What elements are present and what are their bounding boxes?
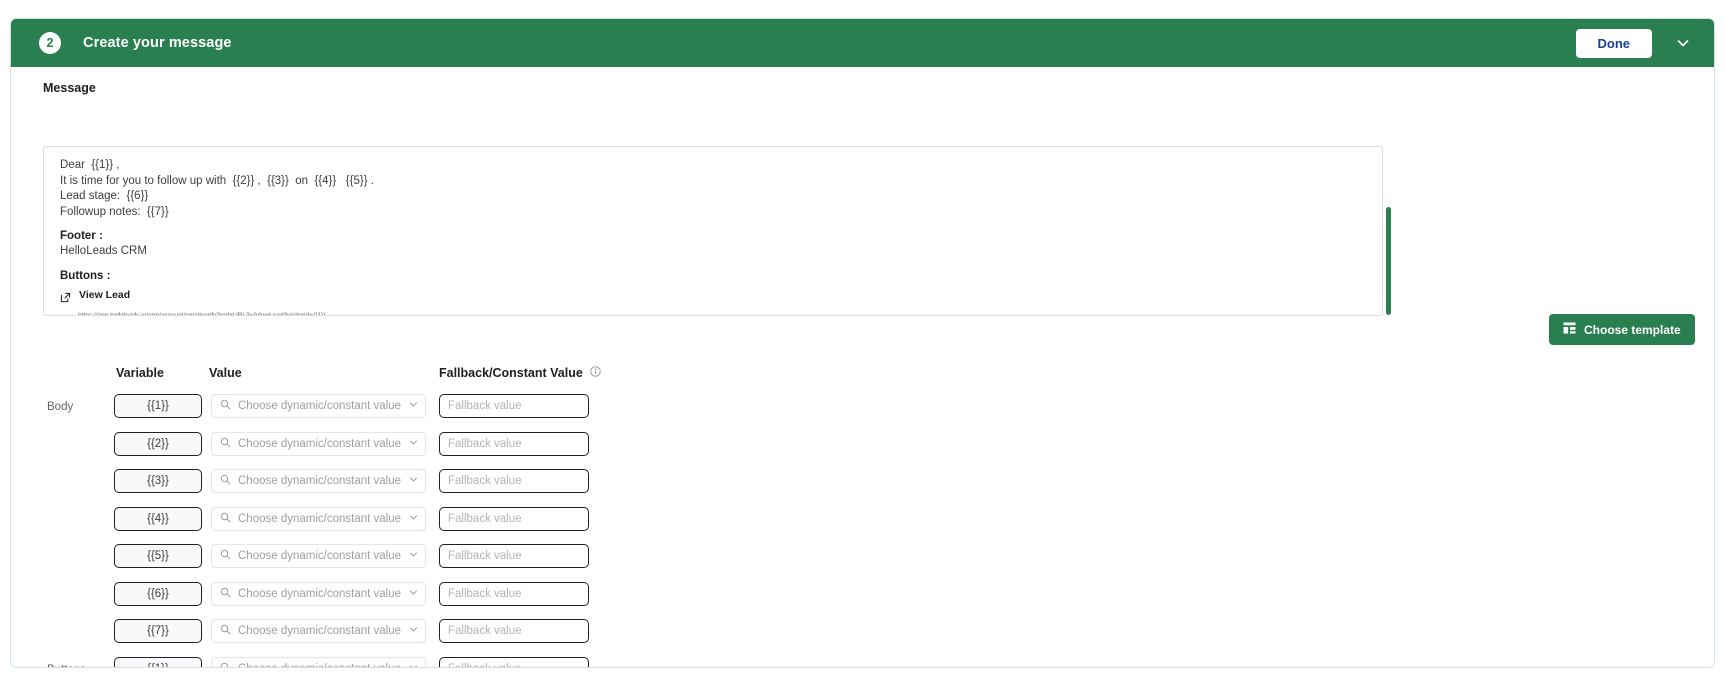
message-scrollbar-thumb[interactable] [1386, 207, 1391, 315]
message-button-label: View Lead [79, 288, 131, 301]
header-actions: Done [1575, 28, 1697, 58]
value-dropdown-placeholder: Choose dynamic/constant value [238, 512, 402, 525]
table-row: Buttons {{1}} Choose dynamic/constant valu… [11, 652, 1714, 668]
variable-chip[interactable]: {{7}} [114, 619, 202, 643]
variables-table-header: Variable Value Fallback/Constant Value [11, 366, 1714, 384]
choose-template-button[interactable]: Choose template [1549, 314, 1695, 345]
create-message-card: 2 Create your message Done Message Dear … [10, 18, 1715, 668]
search-icon [220, 472, 231, 490]
chevron-down-icon [408, 585, 419, 603]
row-group-label-buttons: Buttons [47, 664, 86, 668]
variable-chip[interactable]: {{4}} [114, 506, 202, 531]
footer-heading: Footer : [60, 230, 103, 242]
value-dropdown-placeholder: Choose dynamic/constant value [238, 475, 402, 487]
column-header-fallback: Fallback/Constant Value [439, 366, 601, 380]
variables-table-rows: Body{{1}}Choose dynamic/constant value{{… [11, 389, 1714, 668]
message-button-preview: View Lead [60, 289, 1366, 308]
search-icon [220, 660, 231, 667]
chevron-down-icon [408, 435, 419, 453]
buttons-heading: Buttons : [60, 269, 111, 282]
page-root: 2 Create your message Done Message Dear … [0, 0, 1725, 677]
value-dropdown[interactable]: Choose dynamic/constant value [211, 469, 426, 493]
search-icon [220, 622, 231, 640]
value-dropdown-placeholder: Choose dynamic/constant value [238, 663, 401, 668]
value-dropdown[interactable]: Choose dynamic/constant value [211, 506, 426, 531]
chevron-down-icon [408, 547, 419, 565]
value-dropdown[interactable]: Choose dynamic/constant value [211, 394, 426, 418]
template-layout-icon [1563, 322, 1576, 337]
variable-chip[interactable]: {{5}} [114, 544, 202, 568]
info-icon[interactable] [590, 366, 601, 380]
search-icon [220, 585, 231, 603]
message-label: Message [43, 81, 96, 95]
variable-chip[interactable]: {{2}} [114, 431, 202, 456]
chevron-down-icon [408, 660, 419, 667]
message-button-url: https://app.helloleads.io/app/account/em… [78, 311, 326, 316]
chevron-down-icon [408, 397, 419, 415]
chevron-down-icon [408, 472, 419, 490]
table-row: {{7}} Choose dynamic/constant value [11, 614, 1714, 652]
fallback-value-input[interactable] [439, 581, 589, 606]
table-row: {{5}} Choose dynamic/constant value [11, 539, 1714, 577]
value-dropdown-placeholder: Choose dynamic/constant value [238, 625, 402, 637]
value-dropdown-placeholder: Choose dynamic/constant value [238, 400, 402, 412]
variable-chip[interactable]: {{6}} [114, 581, 202, 606]
value-dropdown[interactable]: Choose dynamic/constant value [211, 656, 426, 668]
search-icon [220, 397, 231, 415]
search-icon [220, 435, 231, 453]
value-dropdown[interactable]: Choose dynamic/constant value [211, 544, 426, 568]
fallback-value-input[interactable] [439, 394, 589, 418]
table-row: {{2}} Choose dynamic/constant value [11, 427, 1714, 465]
column-header-fallback-label: Fallback/Constant Value [439, 366, 583, 380]
value-dropdown-placeholder: Choose dynamic/constant value [238, 550, 402, 562]
message-preview-box[interactable]: Dear {{1}} , It is time for you to follo… [43, 146, 1383, 316]
variable-chip[interactable]: {{1}} [114, 656, 202, 667]
external-link-icon [60, 290, 71, 308]
table-row: Body {{1}} Choose dynamic/constant value [11, 389, 1714, 427]
chevron-down-icon [408, 622, 419, 640]
step-number-badge: 2 [39, 32, 61, 54]
value-dropdown[interactable]: Choose dynamic/constant value [211, 619, 426, 643]
fallback-value-input[interactable] [439, 431, 589, 456]
row-group-label-body: Body [47, 401, 74, 413]
done-button[interactable]: Done [1575, 28, 1652, 58]
search-icon [220, 510, 231, 528]
value-dropdown-placeholder: Choose dynamic/constant value [238, 587, 402, 600]
page-title: Create your message [83, 35, 232, 51]
message-body-line: Followup notes: {{7}} [60, 205, 169, 218]
card-header: 2 Create your message Done [11, 19, 1714, 67]
message-body-line: Lead stage: {{6}} [60, 190, 149, 202]
fallback-value-input[interactable] [439, 469, 589, 493]
message-body-line: Dear {{1}} , [60, 159, 120, 171]
fallback-value-input[interactable] [439, 506, 589, 531]
column-header-value: Value [209, 366, 242, 380]
table-row: {{6}} Choose dynamic/constant value [11, 577, 1714, 615]
fallback-value-input[interactable] [439, 619, 589, 643]
chevron-down-icon[interactable] [1670, 30, 1696, 56]
column-header-variable: Variable [116, 366, 164, 380]
choose-template-label: Choose template [1584, 322, 1681, 337]
value-dropdown[interactable]: Choose dynamic/constant value [211, 431, 426, 456]
fallback-value-input[interactable] [439, 656, 589, 667]
value-dropdown[interactable]: Choose dynamic/constant value [211, 581, 426, 606]
message-body-line: It is time for you to follow up with {{2… [60, 174, 374, 187]
table-row: {{3}} Choose dynamic/constant value [11, 464, 1714, 502]
footer-text: HelloLeads CRM [60, 245, 147, 257]
variable-chip[interactable]: {{3}} [114, 469, 202, 493]
fallback-value-input[interactable] [439, 544, 589, 568]
card-body: Message Dear {{1}} , It is time for you … [11, 67, 1714, 667]
search-icon [220, 547, 231, 565]
variable-chip[interactable]: {{1}} [114, 394, 202, 418]
table-row: {{4}} Choose dynamic/constant value [11, 502, 1714, 540]
value-dropdown-placeholder: Choose dynamic/constant value [238, 437, 402, 450]
chevron-down-icon [408, 510, 419, 528]
